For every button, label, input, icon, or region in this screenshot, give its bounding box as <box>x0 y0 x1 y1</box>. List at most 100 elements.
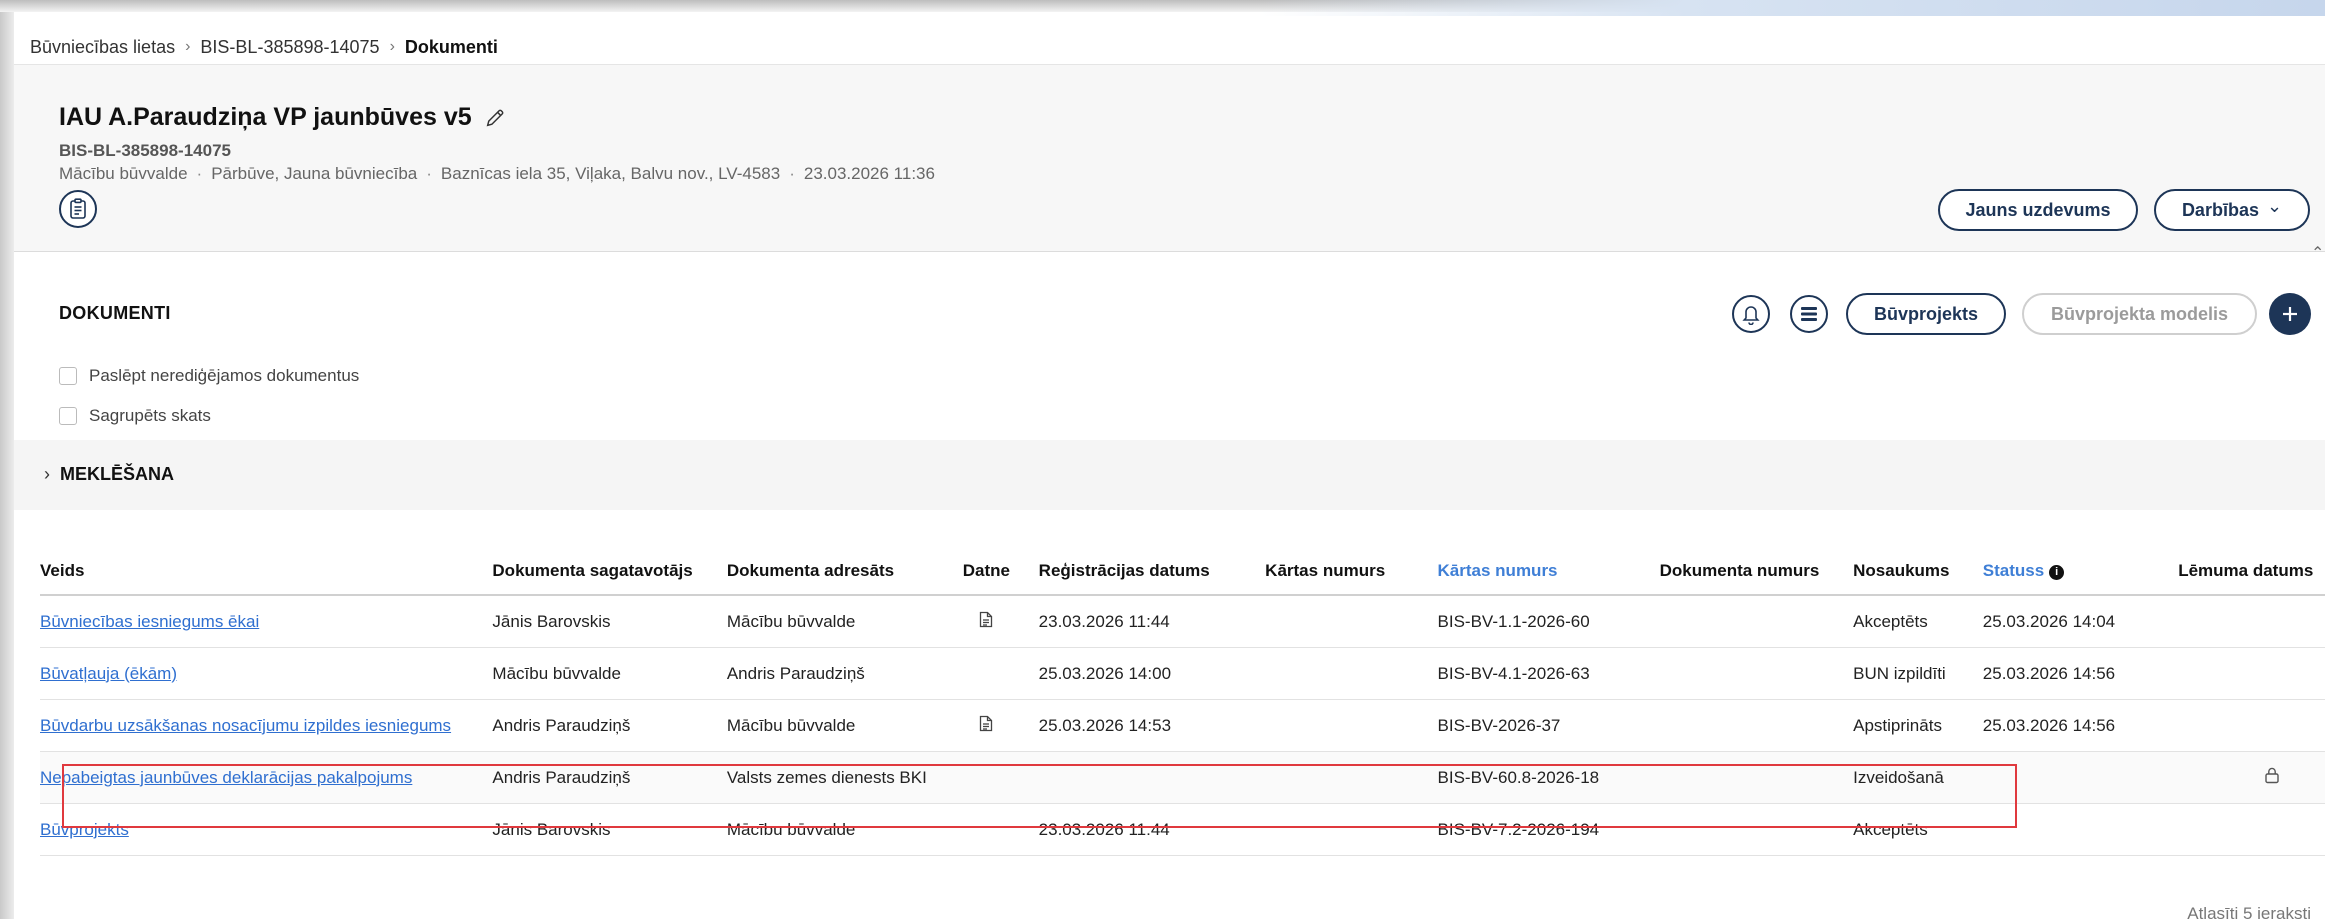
page-title: IAU A.Paraudziņa VP jaunbūves v5 <box>59 103 506 132</box>
chevron-right-icon: › <box>44 464 50 484</box>
cell-lemuma-datums[interactable] <box>2164 751 2325 804</box>
cell-adresats: Andris Paraudziņš <box>712 647 949 700</box>
lock-icon <box>2265 767 2279 784</box>
layers-button[interactable] <box>1790 295 1828 333</box>
column-header-dok-numurs[interactable]: Dokumenta numurs <box>1645 548 1840 596</box>
column-header-kartas-numurs-sortable[interactable]: Kārtas numurs <box>1423 548 1646 596</box>
chevron-right-icon: › <box>185 38 191 55</box>
collapse-header-icon[interactable]: ⌃ <box>2311 243 2324 263</box>
cell-sagatavotajs: Jānis Barovskis <box>478 803 713 856</box>
cell-datne <box>948 751 1025 804</box>
documents-table: Veids Dokumenta sagatavotājs Dokumenta a… <box>40 548 2325 856</box>
cell-reg-datums: 23.03.2026 11:44 <box>1024 803 1252 856</box>
cell-datne[interactable] <box>948 595 1025 648</box>
table-row[interactable]: Būvatļauja (ēkām) Mācību būvvalde Andris P… <box>40 647 2325 700</box>
cell-statuss: 25.03.2026 14:04 <box>1968 595 2165 648</box>
new-task-button[interactable]: Jauns uzdevums <box>1938 189 2138 231</box>
case-title: IAU A.Paraudziņa VP jaunbūves v5 <box>59 103 472 131</box>
cell-statuss: 25.03.2026 14:56 <box>1968 699 2165 752</box>
cell-datne[interactable] <box>948 699 1025 752</box>
cell-kartas-numurs-2: BIS-BV-2026-37 <box>1423 699 1646 752</box>
buvprojekta-modelis-button[interactable]: Būvprojekta modelis <box>2022 293 2257 335</box>
table-row[interactable]: Nepabeigtas jaunbūves deklarācijas pakal… <box>40 751 2325 804</box>
table-row[interactable]: Būvdarbu uzsākšanas nosacījumu izpildes … <box>40 699 2325 752</box>
statuss-label: Statuss <box>1982 561 2045 580</box>
left-edge <box>0 0 14 919</box>
cell-statuss: 25.03.2026 14:56 <box>1968 647 2165 700</box>
document-type-link[interactable]: Būvdarbu uzsākšanas nosacījumu izpildes … <box>40 716 451 735</box>
column-header-sagatavotajs[interactable]: Dokumenta sagatavotājs <box>478 548 713 596</box>
cell-adresats: Mācību būvvalde <box>712 699 949 752</box>
add-document-button[interactable] <box>2269 293 2311 335</box>
cell-nosaukums: Akceptēts <box>1839 595 1969 648</box>
document-type-link[interactable]: Nepabeigtas jaunbūves deklarācijas pakal… <box>40 768 412 787</box>
column-header-adresats[interactable]: Dokumenta adresāts <box>712 548 949 596</box>
plus-icon <box>2283 307 2297 321</box>
document-icon[interactable] <box>979 715 993 732</box>
cell-kartas-numurs-2: BIS-BV-4.1-2026-63 <box>1423 647 1646 700</box>
cell-reg-datums: 25.03.2026 14:00 <box>1024 647 1252 700</box>
cell-veids[interactable]: Būvprojekts <box>40 803 479 856</box>
chevron-down-icon: ⌄ <box>2266 195 2283 216</box>
case-meta: Mācību būvvalde · Pārbūve, Jauna būvniecīb… <box>59 164 935 184</box>
clipboard-button[interactable] <box>59 190 97 228</box>
pencil-icon[interactable] <box>484 107 506 129</box>
app-window: Būvniecības lietas › BIS-BL-385898-14075… <box>0 0 2325 919</box>
column-header-nosaukums[interactable]: Nosaukums <box>1839 548 1969 596</box>
cell-veids[interactable]: Nepabeigtas jaunbūves deklarācijas pakal… <box>40 751 479 804</box>
bell-icon <box>1742 306 1760 325</box>
cell-sagatavotajs: Andris Paraudziņš <box>478 751 713 804</box>
actions-dropdown[interactable]: Darbības ⌄ <box>2154 189 2310 231</box>
cell-kartas-numurs-2: BIS-BV-60.8-2026-18 <box>1423 751 1646 804</box>
document-type-link[interactable]: Būvniecības iesniegums ēkai <box>40 612 259 631</box>
search-toggle[interactable]: › MEKLĒŠANA <box>44 464 174 485</box>
table-row[interactable]: Būvprojekts Jānis Barovskis Mācību būvvald… <box>40 803 2325 856</box>
search-panel: › MEKLĒŠANA <box>14 440 2325 510</box>
cell-dok-numurs <box>1645 751 1840 804</box>
search-label: MEKLĒŠANA <box>60 464 175 484</box>
column-header-datne[interactable]: Datne <box>948 548 1025 596</box>
cell-adresats: Mācību būvvalde <box>712 803 949 856</box>
grouped-view-checkbox[interactable] <box>59 407 77 425</box>
clipboard-icon <box>70 198 86 219</box>
cell-datne <box>948 803 1025 856</box>
document-type-link[interactable]: Būvatļauja (ēkām) <box>40 664 177 683</box>
column-header-lemuma-datums[interactable]: Lēmuma datums <box>2164 548 2325 596</box>
section-title: DOKUMENTI <box>59 303 171 323</box>
column-header-veids[interactable]: Veids <box>40 548 479 596</box>
document-icon[interactable] <box>979 611 993 628</box>
cell-statuss <box>1968 803 2165 856</box>
info-icon[interactable]: i <box>2049 565 2065 580</box>
buvprojekts-button[interactable]: Būvprojekts <box>1846 293 2006 335</box>
cell-dok-numurs <box>1645 595 1840 648</box>
breadcrumb-item-case[interactable]: BIS-BL-385898-14075 <box>200 37 379 58</box>
cell-veids[interactable]: Būvniecības iesniegums ēkai <box>40 595 479 648</box>
grouped-view-row[interactable]: Sagrupēts skats <box>59 406 211 426</box>
meta-address: Baznīcas iela 35, Viļaka, Balvu nov., LV… <box>440 164 781 183</box>
cell-adresats: Mācību būvvalde <box>712 595 949 648</box>
cell-veids[interactable]: Būvatļauja (ēkām) <box>40 647 479 700</box>
cell-veids[interactable]: Būvdarbu uzsākšanas nosacījumu izpildes … <box>40 699 479 752</box>
column-header-reg-datums[interactable]: Reģistrācijas datums <box>1024 548 1252 596</box>
table-row[interactable]: Būvniecības iesniegums ēkai Jānis Barovsk… <box>40 595 2325 648</box>
cell-statuss <box>1968 751 2165 804</box>
breadcrumb-item-cases[interactable]: Būvniecības lietas <box>30 37 175 58</box>
cell-kartas-numurs-2: BIS-BV-7.2-2026-194 <box>1423 803 1646 856</box>
document-type-link[interactable]: Būvprojekts <box>40 820 129 839</box>
column-header-statuss[interactable]: Statuss i <box>1968 548 2165 596</box>
cell-kartas-numurs <box>1251 595 1424 648</box>
cell-datne <box>948 647 1025 700</box>
column-header-kartas-numurs[interactable]: Kārtas numurs <box>1251 548 1424 596</box>
meta-type: Pārbūve, Jauna būvniecība <box>211 164 418 183</box>
table-body: Būvniecības iesniegums ēkai Jānis Barovsk… <box>40 595 2325 856</box>
cell-nosaukums: Akceptēts <box>1839 803 1969 856</box>
cell-lemuma-datums <box>2164 647 2325 700</box>
cell-lemuma-datums <box>2164 699 2325 752</box>
meta-authority: Mācību būvvalde <box>59 164 188 183</box>
cell-kartas-numurs <box>1251 803 1424 856</box>
cell-dok-numurs <box>1645 699 1840 752</box>
hide-noneditable-row[interactable]: Paslēpt nerediģējamos dokumentus <box>59 366 359 386</box>
hide-noneditable-checkbox[interactable] <box>59 367 77 385</box>
cell-reg-datums <box>1024 751 1252 804</box>
notifications-button[interactable] <box>1732 295 1770 333</box>
